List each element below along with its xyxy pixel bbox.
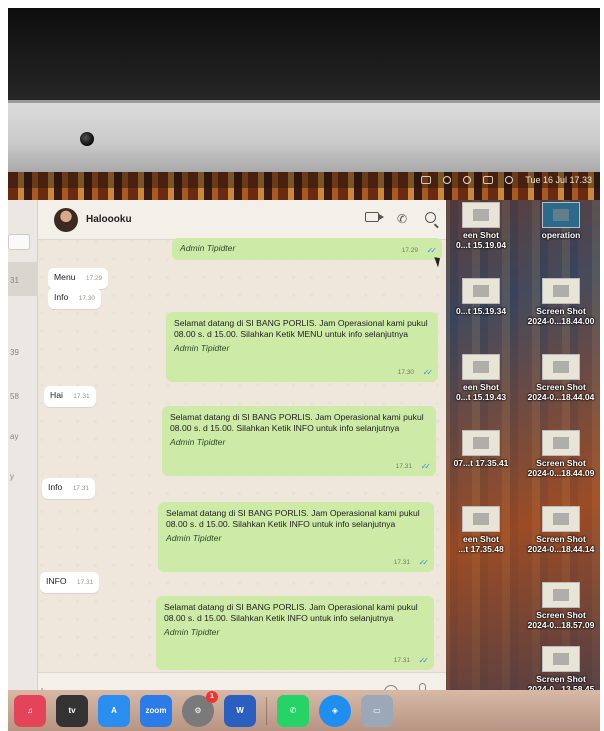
phone-icon[interactable]: ✆: [397, 212, 407, 226]
video-call-icon[interactable]: [364, 212, 384, 222]
message-outgoing[interactable]: Selamat datang di SI BANG PORLIS. Jam Op…: [156, 596, 434, 670]
file-thumbnail-icon: [542, 430, 580, 456]
spotlight-icon[interactable]: [505, 176, 514, 184]
background-dark: [8, 8, 600, 100]
message-incoming[interactable]: Menu 17.29: [48, 268, 109, 289]
folder-icon: [542, 202, 580, 228]
zoom-app-icon[interactable]: zoom: [140, 694, 172, 727]
read-ticks-icon: ✓✓: [418, 557, 430, 567]
music-app-icon[interactable]: ♫: [14, 694, 46, 727]
file-thumbnail-icon: [462, 354, 500, 380]
file-thumbnail-icon: [462, 278, 500, 304]
message-outgoing[interactable]: Selamat datang di SI BANG PORLIS. Jam Op…: [158, 502, 434, 572]
file-thumbnail-icon: [542, 582, 580, 608]
safari-app-icon[interactable]: ◈: [319, 694, 351, 727]
menubar-datetime[interactable]: Tue 16 Jul 17.33: [525, 175, 592, 185]
settings-app-icon[interactable]: ⚙ 1: [182, 690, 218, 727]
file-thumbnail-icon: [462, 506, 500, 532]
desktop-file[interactable]: Screen Shot 2024-0...18.44.14: [522, 506, 600, 554]
desktop-file[interactable]: Screen Shot 2024-0...18.44.00: [522, 278, 600, 326]
header-actions: ✆: [364, 212, 436, 226]
message-list[interactable]: Admin Tipidter 17.29 ✓✓ Menu 17.29 Info …: [38, 238, 446, 672]
search-icon[interactable]: [425, 212, 436, 223]
photo-frame: Tue 16 Jul 17.33 een Shot 0...t 15.19.04…: [8, 8, 600, 731]
laptop-screen: Tue 16 Jul 17.33 een Shot 0...t 15.19.04…: [8, 172, 600, 731]
desktop-icons: een Shot 0...t 15.19.04 operation 0...t …: [442, 202, 600, 694]
message-incoming[interactable]: INFO 17.31: [40, 572, 100, 593]
file-thumbnail-icon: [542, 506, 580, 532]
tv-app-icon[interactable]: tv: [56, 694, 88, 727]
read-ticks-icon: ✓✓: [422, 367, 434, 377]
dock: ♫ tv A zoom ⚙ 1 W ✆ ◈ ▭: [8, 690, 600, 731]
file-thumbnail-icon: [542, 646, 580, 672]
desktop-folder-operation[interactable]: operation: [522, 202, 600, 240]
avatar[interactable]: [54, 207, 78, 232]
search-input[interactable]: [8, 234, 30, 250]
file-thumbnail-icon: [462, 202, 500, 228]
file-thumbnail-icon: [462, 430, 500, 456]
desktop-file[interactable]: een Shot 0...t 15.19.43: [442, 354, 520, 402]
read-ticks-icon: ✓✓: [418, 655, 430, 665]
desktop-file[interactable]: een Shot ...t 17.35.48: [442, 506, 520, 554]
message-outgoing[interactable]: Selamat datang di SI BANG PORLIS. Jam Op…: [162, 406, 436, 476]
preview-app-icon[interactable]: ▭: [361, 694, 393, 727]
webcam-icon: [80, 132, 94, 146]
desktop-file[interactable]: Screen Shot 2024-0...18.44.09: [522, 430, 600, 478]
dock-separator: [266, 696, 267, 725]
read-ticks-icon: ✓✓: [420, 461, 432, 471]
desktop-file[interactable]: Screen Shot 2024-0...18.57.09: [522, 582, 600, 630]
desktop-file[interactable]: Screen Shot 2024-0...13.58.45: [522, 646, 600, 694]
file-thumbnail-icon: [542, 354, 580, 380]
chat-list-time: 58: [10, 392, 19, 401]
desktop-file[interactable]: Screen Shot 2024-0...18.44.04: [522, 354, 600, 402]
chat-header: Haloooku ✆: [38, 200, 446, 240]
app-store-icon[interactable]: A: [98, 694, 130, 727]
menu-bar: Tue 16 Jul 17.33: [8, 172, 600, 188]
chat-list-time: 39: [10, 348, 19, 357]
message-outgoing[interactable]: Selamat datang di SI BANG PORLIS. Jam Op…: [166, 312, 438, 382]
whatsapp-app-icon[interactable]: ✆: [277, 694, 309, 727]
laptop-bezel: [8, 100, 600, 172]
message-outgoing[interactable]: Admin Tipidter 17.29 ✓✓: [172, 238, 442, 260]
battery-icon[interactable]: [421, 176, 432, 184]
chat-list-sidebar: 31 39 58 ay y: [8, 200, 38, 700]
wifi-icon[interactable]: [463, 176, 472, 184]
word-app-icon[interactable]: W: [224, 694, 256, 727]
contact-name[interactable]: Haloooku: [86, 214, 132, 225]
notification-badge: 1: [206, 690, 218, 703]
desktop-file[interactable]: 07...t 17.35.41: [442, 430, 520, 468]
message-incoming[interactable]: Hai 17.31: [44, 386, 96, 407]
read-ticks-icon: ✓✓: [426, 245, 438, 255]
message-incoming[interactable]: Info 17.30: [48, 288, 102, 309]
message-incoming[interactable]: Info 17.31: [42, 478, 96, 499]
chat-list-time: 31: [10, 276, 19, 285]
chat-window: Haloooku ✆ Admin Tipidter 17.29 ✓✓ Menu: [38, 200, 446, 712]
chat-list-time: y: [10, 472, 14, 481]
desktop-file[interactable]: 0...t 15.19.34: [442, 278, 520, 316]
desktop-file[interactable]: een Shot 0...t 15.19.04: [442, 202, 520, 250]
file-thumbnail-icon: [542, 278, 580, 304]
control-center-icon[interactable]: [483, 176, 494, 184]
chat-list-time: ay: [10, 432, 19, 441]
bluetooth-icon[interactable]: [443, 176, 452, 184]
